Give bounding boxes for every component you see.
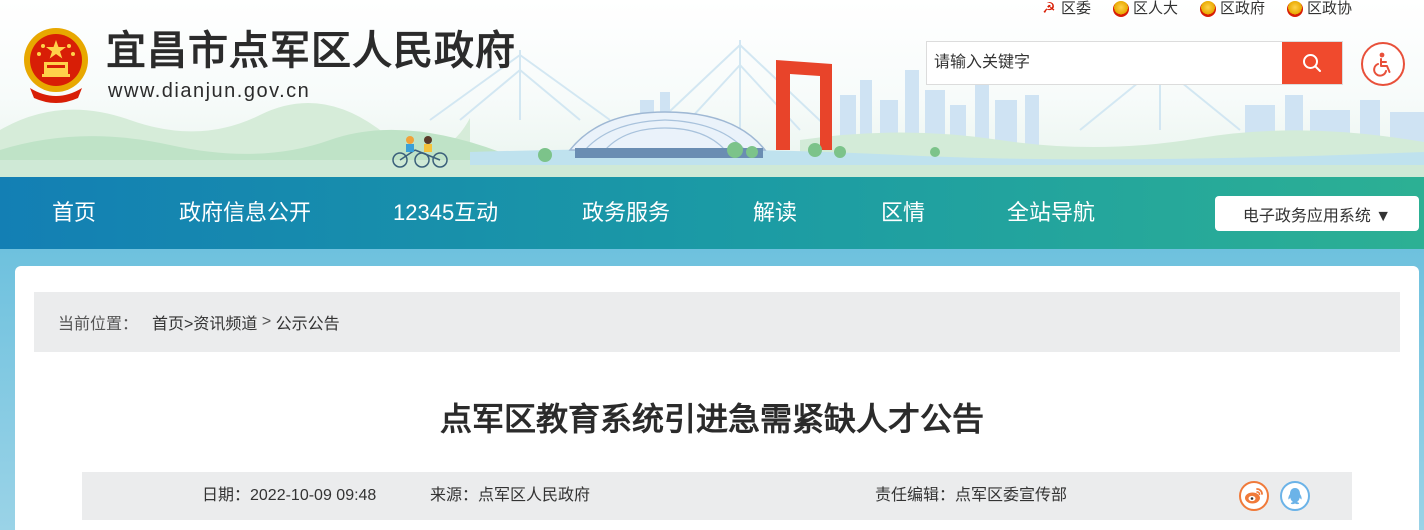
qq-penguin-icon — [1288, 488, 1302, 505]
dropdown-label: 电子政务应用系统 ▼ — [1242, 207, 1392, 225]
nav-item-12345[interactable]: 12345互动 — [393, 177, 498, 249]
breadcrumb-prefix: 当前位置： — [58, 316, 139, 333]
nav-item-site-map[interactable]: 全站导航 — [1007, 177, 1095, 249]
nav-item-home[interactable]: 首页 — [52, 177, 96, 249]
site-title[interactable]: 宜昌市点军区人民政府 — [106, 28, 516, 74]
top-link-district-cppcc[interactable]: 区政协 — [1286, 0, 1352, 17]
main-nav: 首页 政府信息公开 12345互动 政务服务 解读 区情 全站导航 电子政务应用… — [0, 177, 1424, 249]
wheelchair-icon — [1373, 52, 1391, 77]
top-link-district-congress[interactable]: 区人大 — [1112, 0, 1178, 17]
article-source: 来源：点军区人民政府 — [430, 487, 591, 504]
weibo-icon — [1245, 488, 1263, 504]
nav-item-gov-info[interactable]: 政府信息公开 — [179, 177, 311, 249]
breadcrumb: 当前位置： 首页 >资讯频道 > 公示公告 — [34, 292, 1400, 352]
top-link-label: 区委 — [1060, 0, 1091, 17]
e-gov-systems-dropdown[interactable]: 电子政务应用系统 ▼ — [1215, 196, 1419, 231]
nav-item-gov-services[interactable]: 政务服务 — [582, 177, 670, 249]
share-qq-button[interactable] — [1280, 481, 1310, 511]
search-box — [926, 41, 1343, 85]
site-header: ☭ 区委 区人大 区政府 区政协 宜昌市点军区人民政府 www.dianjun.… — [0, 0, 1424, 177]
article-meta-bar: 日期：2022-10-09 09:48 来源：点军区人民政府 责任编辑：点军区委… — [82, 472, 1352, 520]
top-link-label: 区人大 — [1132, 0, 1178, 17]
top-link-district-government[interactable]: 区政府 — [1199, 0, 1265, 17]
national-emblem-icon — [1199, 1, 1216, 17]
national-emblem-icon — [1112, 1, 1129, 17]
breadcrumb-channel[interactable]: >资讯频道 — [184, 310, 257, 334]
article-date: 日期：2022-10-09 09:48 — [202, 487, 377, 504]
cppcc-emblem-icon — [1286, 1, 1303, 17]
breadcrumb-current[interactable]: 公示公告 — [276, 310, 340, 334]
top-link-label: 区政协 — [1306, 0, 1352, 17]
search-input[interactable] — [927, 42, 1282, 84]
breadcrumb-separator: > — [257, 313, 276, 330]
party-emblem-icon: ☭ — [1040, 0, 1057, 17]
breadcrumb-home[interactable]: 首页 — [152, 310, 184, 334]
accessibility-button[interactable] — [1361, 42, 1405, 86]
top-link-label: 区政府 — [1219, 0, 1265, 17]
search-button[interactable] — [1282, 42, 1342, 84]
article-editor: 责任编辑：点军区委宣传部 — [875, 487, 1068, 504]
nav-item-district-info[interactable]: 区情 — [881, 177, 925, 249]
top-links: ☭ 区委 区人大 区政府 区政协 — [1040, 0, 1352, 18]
search-icon — [1303, 54, 1321, 72]
nav-item-interpretation[interactable]: 解读 — [753, 177, 797, 249]
article-title: 点军区教育系统引进急需紧缺人才公告 — [439, 401, 984, 437]
share-weibo-button[interactable] — [1239, 481, 1269, 511]
site-url: www.dianjun.gov.cn — [108, 80, 311, 102]
national-emblem-logo[interactable] — [20, 26, 92, 104]
top-link-district-committee[interactable]: ☭ 区委 — [1040, 0, 1091, 17]
